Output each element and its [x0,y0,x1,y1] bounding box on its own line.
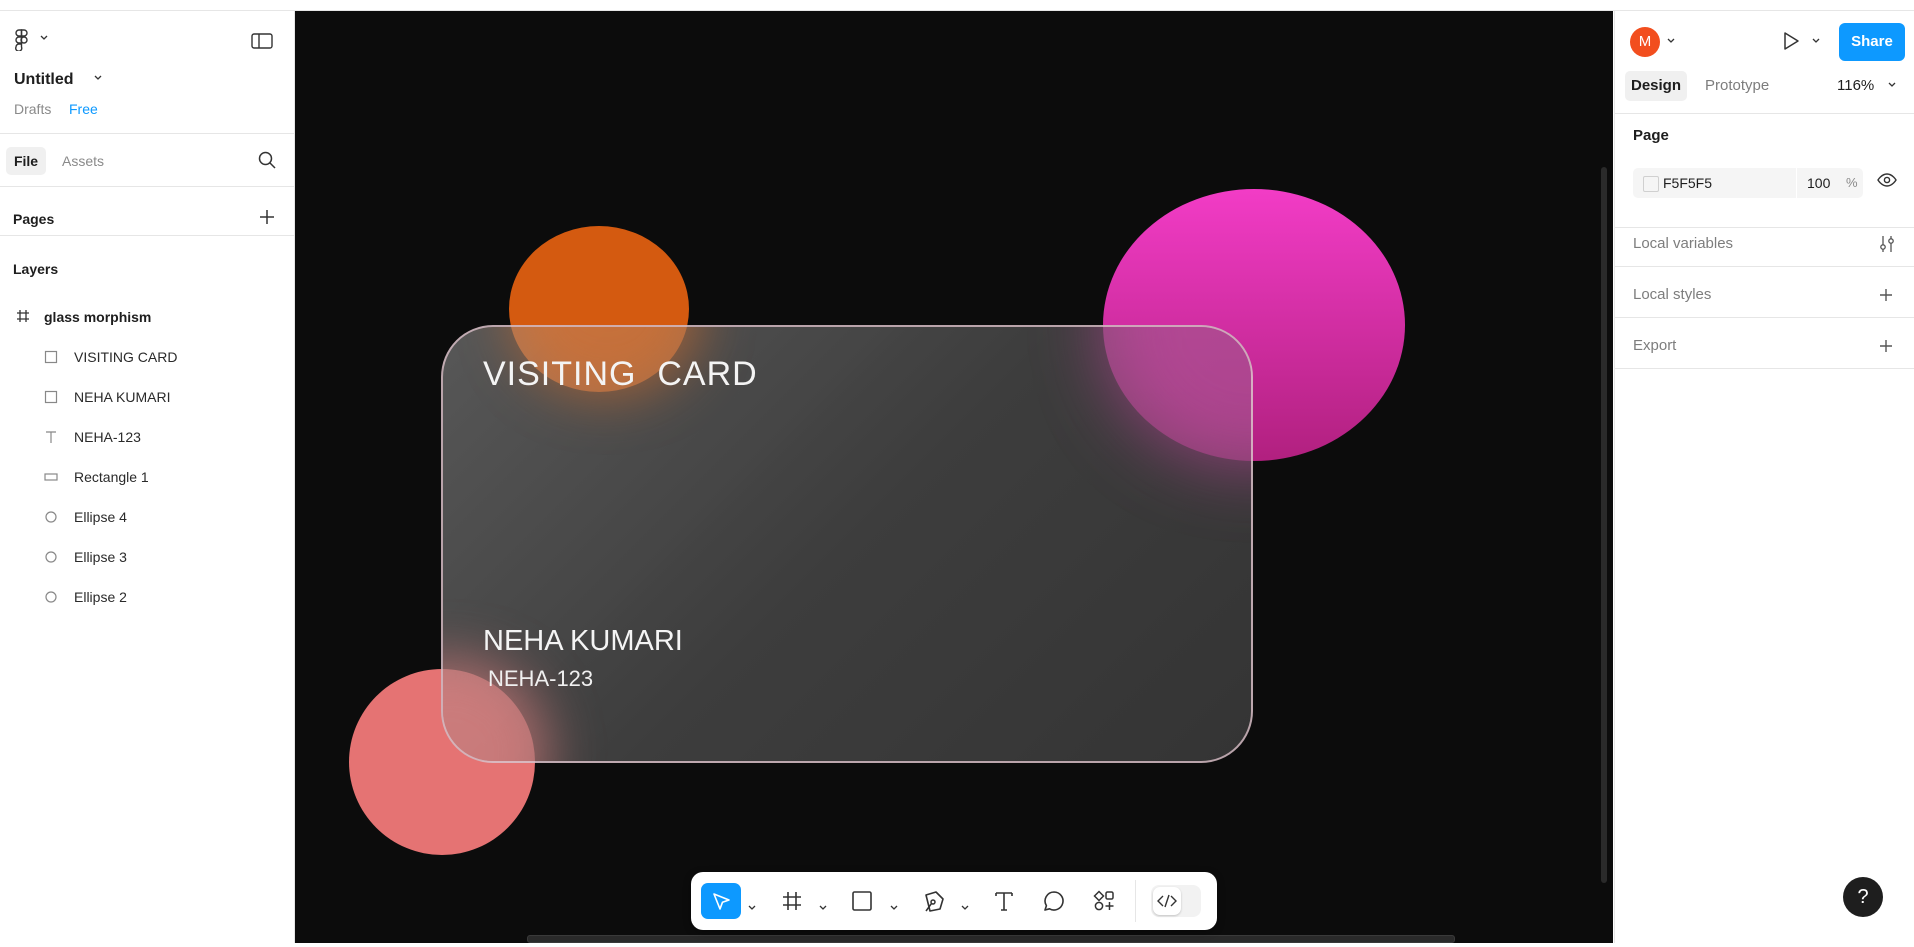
layer-label: NEHA-123 [74,429,141,445]
dev-mode-toggle[interactable] [1151,885,1201,917]
local-styles-label[interactable]: Local styles [1633,286,1711,303]
layers-heading: Layers [13,261,59,277]
vertical-scrollbar[interactable] [1601,167,1607,883]
search-icon[interactable] [258,151,276,169]
rectangle-tool-icon[interactable] [851,890,873,917]
divider [1615,227,1914,228]
ellipse-icon [44,590,58,609]
card-id-text[interactable]: NEHA-123 [488,666,593,692]
page-color-hex[interactable]: F5F5F5 [1663,175,1712,191]
chevron-down-icon[interactable] [94,75,102,81]
divider [0,133,294,134]
page-opacity-value[interactable]: 100 [1807,175,1830,191]
plan-badge[interactable]: Free [69,101,98,117]
file-title[interactable]: Untitled [14,71,74,89]
local-variables-label[interactable]: Local variables [1633,235,1733,252]
tab-prototype[interactable]: Prototype [1705,71,1769,101]
divider [1615,113,1914,114]
export-label[interactable]: Export [1633,337,1676,354]
card-name-text[interactable]: NEHA KUMARI [483,625,683,658]
field-divider [1796,168,1797,198]
chevron-down-icon[interactable] [40,35,48,41]
ellipse-icon [44,550,58,569]
layer-label: Ellipse 4 [74,509,127,525]
chevron-down-icon[interactable] [961,898,969,916]
frame-tool-icon[interactable] [781,890,803,917]
layer-label: VISITING CARD [74,349,178,365]
divider [1615,266,1914,267]
chevron-down-icon[interactable] [819,898,827,916]
chevron-down-icon[interactable] [1888,82,1896,88]
right-panel: M Share Design Prototype 116% Page F5F5F… [1614,11,1914,943]
left-panel: Untitled Drafts Free File Assets Pages L… [0,11,295,943]
text-tool-icon[interactable] [993,890,1015,917]
divider [0,235,294,236]
zoom-level[interactable]: 116% [1837,71,1874,101]
comment-tool-icon[interactable] [1043,890,1065,917]
tab-assets[interactable]: Assets [62,147,104,175]
eye-icon[interactable] [1877,173,1897,187]
divider [1615,368,1914,369]
chevron-down-icon[interactable] [1812,38,1820,44]
chevron-down-icon[interactable] [1667,38,1675,44]
sidebar-toggle-icon[interactable] [251,33,273,49]
pages-heading: Pages [13,211,55,227]
chevron-down-icon[interactable] [748,898,756,916]
layer-label: Ellipse 3 [74,549,127,565]
layer-item[interactable]: NEHA KUMARI [44,385,284,409]
percent-label: % [1846,175,1858,190]
chevron-down-icon[interactable] [890,898,898,916]
card-glow [1103,327,1251,467]
plus-icon[interactable] [1879,339,1893,358]
layer-item[interactable]: Rectangle 1 [44,465,284,489]
layer-item[interactable]: Ellipse 4 [44,505,284,529]
layer-item[interactable]: Ellipse 3 [44,545,284,569]
layer-item[interactable]: Ellipse 2 [44,585,284,609]
variables-adjust-icon[interactable] [1879,235,1895,258]
rectangle-outline-icon [44,390,58,409]
layer-item[interactable]: NEHA-123 [44,425,284,449]
window-top-strip [0,0,1914,11]
move-tool-button[interactable] [701,883,741,919]
ellipse-icon [44,510,58,529]
layer-label: NEHA KUMARI [74,389,171,405]
toolbar-divider [1135,880,1136,922]
rectangle-outline-icon [44,350,58,369]
card-title-text[interactable]: VISITING CARD [483,355,758,394]
avatar[interactable]: M [1630,27,1660,57]
layer-label: Ellipse 2 [74,589,127,605]
divider [1615,317,1914,318]
tab-design[interactable]: Design [1625,71,1687,101]
rectangle-icon [44,470,58,489]
page-color-field[interactable]: F5F5F5 100 % [1633,168,1863,198]
text-icon [44,430,58,449]
help-button[interactable]: ? [1843,877,1883,917]
play-icon[interactable] [1782,31,1800,51]
plus-icon[interactable] [1879,288,1893,307]
glass-card-rectangle[interactable]: VISITING CARD NEHA KUMARI NEHA-123 [441,325,1253,763]
layer-item[interactable]: VISITING CARD [44,345,284,369]
design-canvas[interactable]: VISITING CARD NEHA KUMARI NEHA-123 [295,11,1613,943]
actions-tool-icon[interactable] [1093,890,1115,917]
pen-tool-icon[interactable] [922,889,946,918]
layer-label: glass morphism [44,309,152,325]
share-button[interactable]: Share [1839,23,1905,61]
color-swatch[interactable] [1643,176,1659,192]
divider [0,186,294,187]
frame-icon [16,309,30,328]
file-location[interactable]: Drafts [14,101,51,117]
layer-label: Rectangle 1 [74,469,149,485]
horizontal-scrollbar[interactable] [527,935,1455,943]
page-heading: Page [1633,127,1669,144]
plus-icon[interactable] [259,209,275,225]
tab-file[interactable]: File [6,147,46,175]
layer-frame-glass-morphism[interactable]: glass morphism [14,305,294,329]
bottom-toolbar [691,872,1217,930]
figma-logo-icon[interactable] [14,29,28,51]
